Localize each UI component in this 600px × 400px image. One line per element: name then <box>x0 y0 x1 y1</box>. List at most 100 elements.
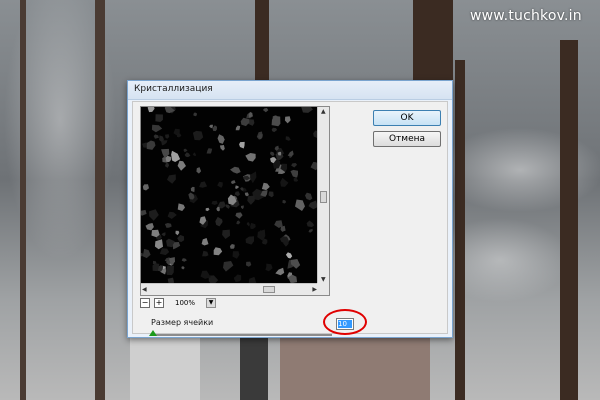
tree-trunk <box>413 0 453 80</box>
crystal-cell <box>199 181 208 188</box>
zoom-controls: − + 100% ▼ <box>140 298 330 310</box>
crystal-cell <box>167 174 176 184</box>
crystal-cell <box>141 209 147 216</box>
crystal-cell <box>225 204 230 209</box>
cell-size-slider-thumb[interactable] <box>149 330 157 336</box>
crystal-cell <box>172 242 181 250</box>
crystal-cell <box>159 248 170 256</box>
crystal-cell <box>285 252 293 259</box>
crystal-cell <box>261 182 270 191</box>
crystal-cell <box>147 107 155 113</box>
crystal-cell <box>165 155 172 162</box>
crystal-cell <box>236 220 241 225</box>
crystal-cell <box>153 134 159 139</box>
plus-icon: + <box>155 298 163 307</box>
crystal-cell <box>230 166 241 174</box>
tree-trunk <box>95 0 105 400</box>
crystal-cell <box>235 185 239 189</box>
minus-icon: − <box>141 298 149 307</box>
crystal-cell <box>217 134 225 144</box>
zoom-menu-button[interactable]: ▼ <box>206 298 216 308</box>
crystal-cell <box>235 212 243 219</box>
crystal-cell <box>145 223 154 231</box>
crystal-cell <box>183 148 188 153</box>
crystal-cell <box>232 251 240 259</box>
filter-preview[interactable]: ▲ ▼ ◀ ▶ <box>140 106 330 296</box>
dialog-title: Кристаллизация <box>134 84 213 94</box>
crystal-cell <box>308 228 313 233</box>
tree-trunk <box>560 40 578 400</box>
crystal-cell <box>206 148 213 154</box>
crystal-cell <box>181 266 185 270</box>
crystal-cell <box>231 180 236 184</box>
preview-horizontal-scrollbar[interactable]: ◀ ▶ <box>141 283 318 295</box>
crystal-cell <box>215 216 223 227</box>
crystal-cell <box>181 258 187 262</box>
scroll-up-icon[interactable]: ▲ <box>321 108 326 115</box>
crystal-cell <box>235 125 241 131</box>
cancel-button[interactable]: Отмена <box>373 131 441 147</box>
crystal-cell <box>165 163 170 168</box>
crystal-cell <box>212 125 217 132</box>
crystal-cell <box>241 205 244 210</box>
crystal-cell <box>213 247 223 256</box>
crystal-cell <box>290 169 298 178</box>
crystal-cell <box>301 107 313 113</box>
crystal-cell <box>151 124 163 133</box>
crystal-cell <box>250 171 257 184</box>
crystal-cell <box>196 167 202 174</box>
crystal-cell <box>270 151 275 157</box>
scroll-left-icon[interactable]: ◀ <box>142 286 147 293</box>
crystal-cell <box>245 236 254 245</box>
crystal-cell <box>211 200 218 205</box>
crystal-cell <box>247 195 255 205</box>
zoom-in-button[interactable]: + <box>154 298 164 308</box>
crystal-cell <box>285 136 291 141</box>
crystal-cell <box>222 229 230 239</box>
preview-canvas[interactable] <box>141 107 318 284</box>
crystal-cell <box>234 274 242 283</box>
crystal-cell <box>223 261 234 272</box>
zoom-level: 100% <box>174 299 195 307</box>
tree-trunk <box>255 0 269 90</box>
crystal-cell <box>284 116 291 124</box>
triangle-down-icon: ▼ <box>208 299 214 306</box>
crystal-cell <box>229 244 235 249</box>
scroll-down-icon[interactable]: ▼ <box>321 276 326 283</box>
crystal-cell <box>240 187 244 191</box>
crystal-cell <box>175 230 180 236</box>
scrollbar-corner <box>317 283 329 295</box>
crystal-cell <box>177 160 186 171</box>
crystal-cell <box>200 270 211 279</box>
crystal-cell <box>280 225 286 232</box>
crystal-cell <box>245 153 256 162</box>
crystal-cell <box>209 124 213 129</box>
crystal-cell <box>184 152 191 158</box>
crystal-cell <box>142 248 151 259</box>
crystal-cell <box>146 140 156 150</box>
crystal-cell <box>190 186 195 193</box>
crystal-cell <box>234 191 240 197</box>
crystal-cell <box>177 203 185 211</box>
crystal-cell <box>171 150 181 162</box>
crystal-cell <box>201 238 209 246</box>
cell-size-slider[interactable] <box>152 334 332 336</box>
crystallize-dialog: Кристаллизация ▲ ▼ ◀ ▶ − + 100% ▼ OK Отм… <box>127 80 453 338</box>
crystal-cell <box>216 206 220 212</box>
crystal-cell <box>275 267 285 276</box>
zoom-out-button[interactable]: − <box>140 298 150 308</box>
crystal-cell <box>239 141 245 149</box>
crystal-cell <box>250 222 256 229</box>
crystal-cell <box>161 232 166 237</box>
horizontal-scroll-thumb[interactable] <box>263 286 275 293</box>
crystal-cell <box>188 192 195 200</box>
ok-button[interactable]: OK <box>373 110 441 126</box>
crystal-cell <box>155 114 163 122</box>
vertical-scroll-thumb[interactable] <box>320 191 327 203</box>
preview-vertical-scrollbar[interactable]: ▲ ▼ <box>317 107 329 284</box>
crystal-cell <box>166 265 174 276</box>
crystal-cell <box>149 209 159 221</box>
dialog-titlebar[interactable]: Кристаллизация <box>128 81 452 100</box>
tree-trunk <box>240 338 268 400</box>
crystal-cell <box>244 192 249 197</box>
